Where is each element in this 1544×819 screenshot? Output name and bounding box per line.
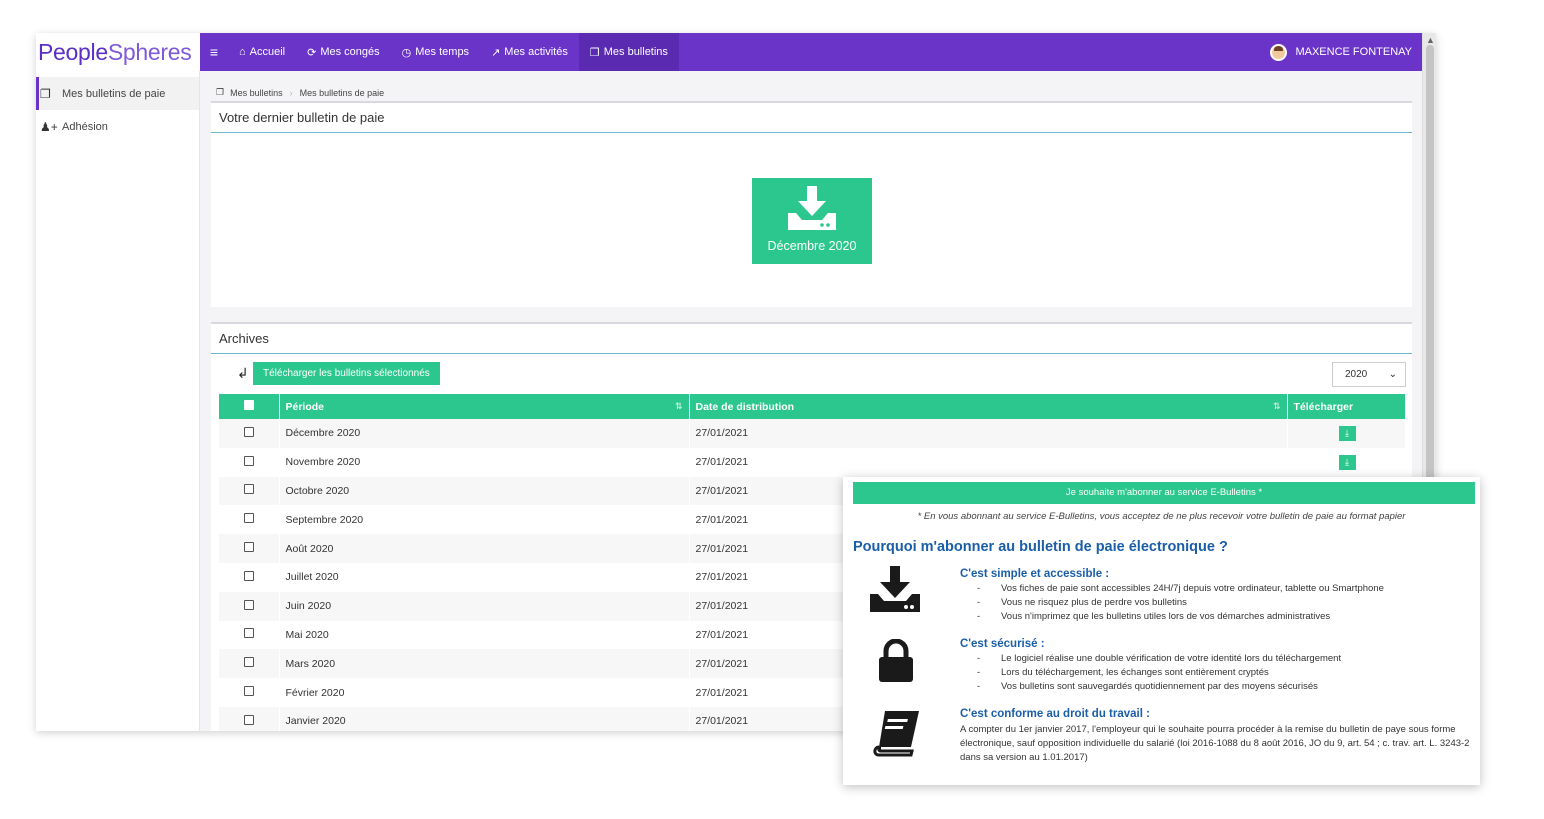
sort-icon[interactable]: ⇅ (675, 401, 683, 412)
card-title: Pourquoi m'abonner au bulletin de paie é… (853, 539, 1228, 555)
column-periode[interactable]: Période ⇅ (279, 394, 690, 419)
nav-accueil[interactable]: ⌂ Accueil (228, 33, 296, 71)
column-date[interactable]: Date de distribution ⇅ (689, 394, 1288, 419)
home-icon: ⌂ (239, 46, 246, 58)
avatar (1270, 43, 1288, 61)
section-securise: C'est sécurisé : - Le logiciel réalise un… (960, 638, 1480, 695)
row-checkbox[interactable] (243, 426, 254, 437)
row-checkbox[interactable] (243, 513, 254, 524)
period-cell: Mai 2020 (279, 620, 690, 650)
refresh-icon: ⟳ (307, 46, 317, 59)
top-navbar: ≡ ⌂ Accueil ⟳ Mes congés ◷ Mes temps ↗ Mes a… (200, 33, 1422, 71)
select-all-checkbox[interactable] (243, 400, 254, 410)
download-icon (752, 186, 872, 237)
column-telecharger: Télécharger (1287, 394, 1406, 419)
corner-arrow-icon: ↲ (237, 365, 249, 381)
row-checkbox[interactable] (243, 657, 254, 668)
row-checkbox[interactable] (243, 599, 254, 610)
sidebar-item-adhesion[interactable]: ♟+ Adhésion (36, 110, 199, 143)
logo[interactable]: PeopleSpheres (36, 33, 200, 71)
menu-icon[interactable]: ≡ (200, 44, 228, 60)
download-selected-button[interactable]: Télécharger les bulletins sélectionnés (253, 362, 440, 385)
clock-icon: ◷ (401, 46, 412, 59)
legal-text: A compter du 1er janvier 2017, l'employe… (960, 724, 1470, 763)
chevron-down-icon: ⌄ (1388, 369, 1397, 380)
trend-icon: ↗ (491, 46, 501, 59)
copy-icon: ❐ (40, 86, 51, 101)
user-plus-icon: ♟+ (40, 119, 58, 134)
list-item: - Lors du téléchargement, les échanges so… (977, 667, 1269, 678)
row-checkbox[interactable] (243, 628, 254, 639)
book-icon (871, 709, 923, 762)
year-select[interactable]: 2020 ⌄ (1332, 362, 1406, 387)
user-menu[interactable]: MAXENCE FONTENAY (1270, 43, 1422, 61)
subscribe-disclaimer: * En vous abonnant au service E-Bulletin… (917, 511, 1406, 522)
period-cell: Décembre 2020 (279, 419, 690, 448)
download-row-button[interactable]: ⤓ (1338, 454, 1356, 470)
row-checkbox[interactable] (243, 542, 254, 553)
sort-icon[interactable]: ⇅ (1273, 401, 1281, 412)
period-cell: Janvier 2020 (279, 706, 690, 731)
list-item: - Vous ne risquez plus de perdre vos bull… (977, 597, 1187, 608)
row-checkbox[interactable] (243, 455, 254, 466)
row-checkbox[interactable] (243, 570, 254, 581)
download-row-button[interactable]: ⤓ (1338, 425, 1356, 441)
list-item: - Le logiciel réalise une double vérifica… (977, 653, 1342, 664)
archives-toolbar: ↲ Télécharger les bulletins sélectionnés (219, 362, 440, 385)
period-cell: Août 2020 (279, 534, 690, 563)
row-checkbox[interactable] (243, 714, 254, 725)
period-cell: Juillet 2020 (279, 562, 690, 592)
download-icon (869, 566, 921, 619)
period-cell: Mars 2020 (279, 649, 690, 679)
period-cell: Septembre 2020 (279, 505, 690, 535)
copy-icon: ❐ (589, 46, 600, 59)
list-item: - Vous n'imprimez que les bulletins utile… (977, 611, 1331, 622)
section-conforme: C'est conforme au droit du travail : A c… (960, 708, 1480, 765)
breadcrumb-root[interactable]: Mes bulletins (230, 88, 283, 98)
row-checkbox[interactable] (243, 686, 254, 697)
table-row: Décembre 2020 27/01/2021 ⤓ (219, 419, 1406, 448)
nav-mes-bulletins[interactable]: ❐ Mes bulletins (578, 33, 679, 71)
list-item: - Vos bulletins sont sauvegardés quotidie… (977, 681, 1318, 692)
breadcrumb-separator: › (289, 87, 293, 98)
scroll-thumb[interactable] (1426, 45, 1434, 505)
sidebar-item-bulletins[interactable]: ❐ Mes bulletins de paie (36, 77, 199, 110)
archives-title: Archives (211, 324, 1412, 354)
period-cell: Février 2020 (279, 678, 690, 707)
date-cell: 27/01/2021 (689, 447, 1288, 477)
nav-mes-activites[interactable]: ↗ Mes activités (480, 33, 579, 71)
date-cell: 27/01/2021 (689, 419, 1288, 448)
nav-mes-conges[interactable]: ⟳ Mes congés (296, 33, 391, 71)
period-cell: Octobre 2020 (279, 476, 690, 506)
latest-bulletin-panel: Votre dernier bulletin de paie Décembre … (211, 101, 1412, 307)
select-all-header (219, 394, 280, 419)
breadcrumb: ❐ Mes bulletins › Mes bulletins de paie (216, 87, 384, 98)
user-name: MAXENCE FONTENAY (1295, 46, 1412, 58)
section-simple: C'est simple et accessible : - Vos fiches… (960, 568, 1480, 625)
latest-bulletin-title: Votre dernier bulletin de paie (211, 103, 1412, 133)
breadcrumb-current: Mes bulletins de paie (299, 87, 385, 98)
sidebar: ❐ Mes bulletins de paie ♟+ Adhésion (36, 71, 200, 731)
list-item: - Vos fiches de paie sont accessibles 24H… (977, 583, 1384, 594)
scroll-up-icon[interactable]: ▲ (1426, 35, 1435, 45)
table-row: Novembre 2020 27/01/2021 ⤓ (219, 447, 1406, 477)
row-checkbox[interactable] (243, 484, 254, 495)
lock-icon (878, 638, 914, 688)
subscribe-button[interactable]: Je souhaite m'abonner au service E-Bulle… (853, 482, 1475, 504)
nav-mes-temps[interactable]: ◷ Mes temps (391, 33, 480, 71)
download-latest-button[interactable]: Décembre 2020 (752, 178, 872, 264)
period-cell: Novembre 2020 (279, 447, 690, 477)
e-bulletin-card: Je souhaite m'abonner au service E-Bulle… (843, 477, 1480, 785)
period-cell: Juin 2020 (279, 591, 690, 621)
copy-icon: ❐ (216, 87, 225, 97)
